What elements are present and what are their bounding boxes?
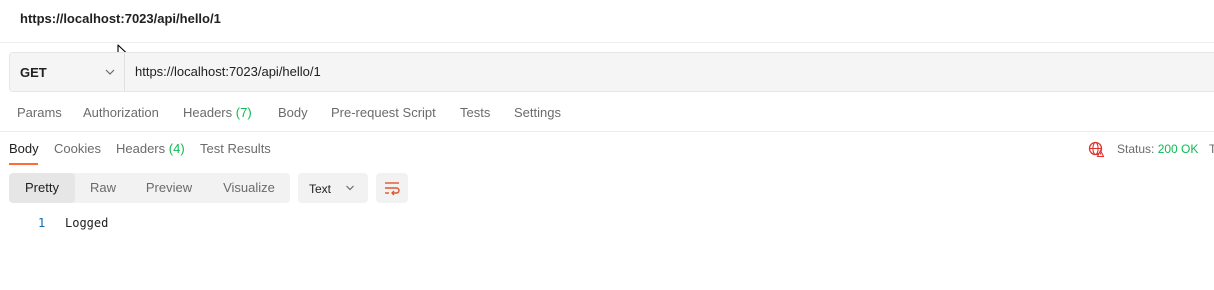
response-status: Status: 200 OK bbox=[1117, 142, 1198, 156]
method-label: GET bbox=[20, 65, 47, 80]
line-content[interactable]: Logged bbox=[65, 216, 108, 230]
method-select[interactable]: GET bbox=[10, 53, 125, 91]
tab-tests[interactable]: Tests bbox=[460, 105, 490, 120]
format-label: Text bbox=[309, 182, 332, 196]
view-mode-group: Pretty Raw Preview Visualize bbox=[9, 173, 290, 203]
active-tab-indicator bbox=[9, 163, 38, 165]
view-preview-button[interactable]: Preview bbox=[135, 173, 203, 203]
status-label: Status: bbox=[1117, 142, 1155, 156]
tab-pre-request-script[interactable]: Pre-request Script bbox=[331, 105, 436, 120]
tab-body[interactable]: Body bbox=[278, 105, 308, 120]
response-tab-headers-label: Headers bbox=[116, 141, 166, 156]
wrap-lines-button[interactable] bbox=[376, 173, 408, 203]
response-time-truncated: T bbox=[1209, 142, 1214, 156]
line-number: 1 bbox=[38, 216, 46, 230]
tab-params[interactable]: Params bbox=[17, 105, 62, 120]
response-tab-headers-count: (4) bbox=[168, 141, 185, 156]
tab-settings[interactable]: Settings bbox=[514, 105, 561, 120]
tab-headers-count: (7) bbox=[235, 105, 252, 120]
request-title[interactable]: https://localhost:7023/api/hello/1 bbox=[20, 11, 221, 26]
request-title-bar: https://localhost:7023/api/hello/1 bbox=[0, 0, 1214, 43]
response-tab-cookies[interactable]: Cookies bbox=[54, 141, 101, 156]
response-tab-headers[interactable]: Headers (4) bbox=[116, 141, 185, 156]
view-pretty-button[interactable]: Pretty bbox=[9, 173, 75, 203]
tab-headers[interactable]: Headers (7) bbox=[183, 105, 252, 120]
chevron-down-icon bbox=[105, 69, 115, 75]
request-url-bar: GET https://localhost:7023/api/hello/1 bbox=[9, 52, 1214, 92]
globe-icon[interactable] bbox=[1088, 141, 1104, 157]
format-select[interactable]: Text bbox=[298, 173, 368, 203]
tab-headers-label: Headers bbox=[183, 105, 233, 120]
view-raw-button[interactable]: Raw bbox=[75, 173, 131, 203]
status-value: 200 OK bbox=[1157, 142, 1199, 156]
response-tab-body[interactable]: Body bbox=[9, 141, 39, 156]
chevron-down-icon bbox=[346, 185, 354, 191]
response-tab-test-results[interactable]: Test Results bbox=[200, 141, 271, 156]
tab-authorization[interactable]: Authorization bbox=[83, 105, 159, 120]
view-visualize-button[interactable]: Visualize bbox=[213, 173, 285, 203]
section-divider bbox=[0, 131, 1214, 132]
url-input[interactable]: https://localhost:7023/api/hello/1 bbox=[135, 64, 321, 79]
wrap-lines-icon bbox=[385, 182, 400, 196]
